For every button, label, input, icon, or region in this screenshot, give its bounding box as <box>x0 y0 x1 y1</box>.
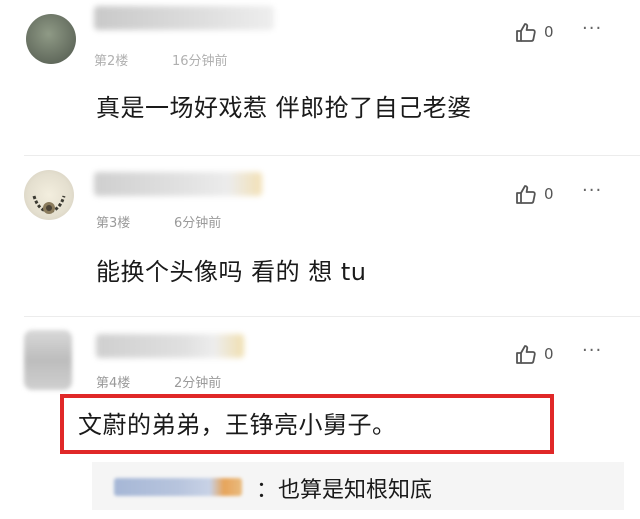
more-dots-icon[interactable]: ··· <box>582 340 602 361</box>
divider <box>24 316 640 317</box>
like-button[interactable]: 0 <box>514 20 554 44</box>
avatar[interactable] <box>24 330 72 390</box>
like-button[interactable]: 0 <box>514 182 554 206</box>
avatar[interactable] <box>26 14 76 64</box>
comment-item: 第3楼 6分钟前 0 ··· 能换个头像吗 看的 想 tu <box>0 160 640 320</box>
like-count: 0 <box>544 23 554 41</box>
floor-number: 第4楼 <box>96 376 131 391</box>
reply-item[interactable]: ：也算是知根知底 <box>92 462 624 510</box>
avatar[interactable] <box>24 170 74 220</box>
like-count: 0 <box>544 345 554 363</box>
floor-number: 第2楼 <box>94 54 129 69</box>
reply-text: ：也算是知根知底 <box>256 478 433 503</box>
reply-username-blurred[interactable] <box>114 478 242 496</box>
comment-item: 第2楼 16分钟前 0 ··· 真是一场好戏惹 伴郎抢了自己老婆 <box>0 0 640 150</box>
comment-text: 真是一场好戏惹 伴郎抢了自己老婆 <box>96 94 472 122</box>
username-blurred[interactable] <box>94 172 262 196</box>
comment-text: 能换个头像吗 看的 想 tu <box>96 258 367 286</box>
comment-time: 6分钟前 <box>174 216 222 231</box>
floor-number: 第3楼 <box>96 216 131 231</box>
more-dots-icon[interactable]: ··· <box>582 18 602 39</box>
comment-time: 2分钟前 <box>174 376 222 391</box>
username-blurred[interactable] <box>96 334 244 358</box>
more-dots-icon[interactable]: ··· <box>582 180 602 201</box>
comment-time: 16分钟前 <box>172 54 228 69</box>
like-count: 0 <box>544 185 554 203</box>
thumbs-up-icon <box>514 182 538 206</box>
username-blurred[interactable] <box>94 6 274 30</box>
thumbs-up-icon <box>514 342 538 366</box>
divider <box>24 155 640 156</box>
thumbs-up-icon <box>514 20 538 44</box>
like-button[interactable]: 0 <box>514 342 554 366</box>
comment-text: 文蔚的弟弟，王铮亮小舅子。 <box>78 411 397 439</box>
